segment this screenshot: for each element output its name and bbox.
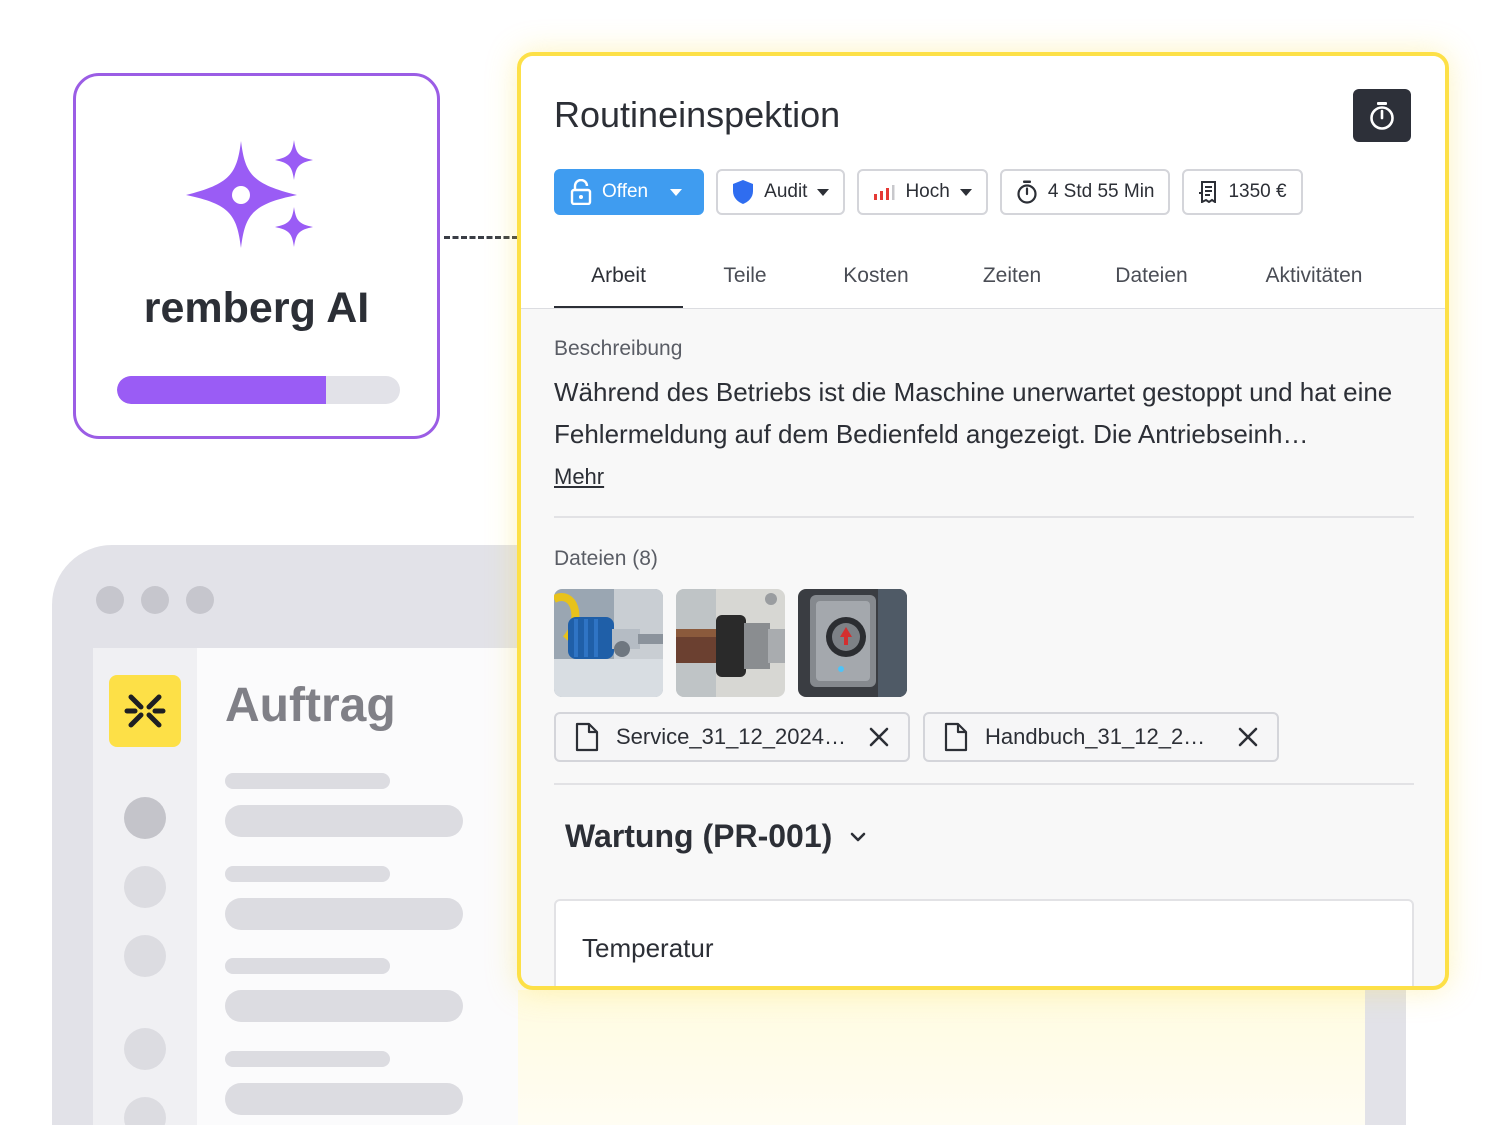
- window-dot: [141, 586, 169, 614]
- attachment-name: Handbuch_31_12_2…: [985, 724, 1206, 749]
- priority-bars-icon: [874, 185, 895, 200]
- placeholder-field: [225, 805, 463, 837]
- ai-product-name: remberg AI: [143, 284, 370, 332]
- chevron-down-icon: [817, 188, 830, 196]
- stopwatch-icon: [1370, 101, 1394, 130]
- priority-label: Hoch: [905, 181, 950, 202]
- file-icon: [575, 722, 599, 752]
- divider: [554, 783, 1414, 785]
- ai-progress-fill: [117, 376, 327, 404]
- highlight-glow: [518, 990, 1365, 1125]
- attachment-chip[interactable]: Handbuch_31_12_2…: [923, 712, 1279, 762]
- connector-line: [444, 236, 518, 239]
- close-icon[interactable]: [1237, 726, 1259, 748]
- placeholder-field: [225, 1083, 463, 1115]
- tab-aktivitaeten[interactable]: Aktivitäten: [1224, 256, 1404, 309]
- background-page-title: Auftrag: [225, 679, 396, 732]
- file-icon: [944, 722, 968, 752]
- control-switch-photo[interactable]: [798, 589, 907, 697]
- tab-divider: [521, 308, 1445, 309]
- ai-card: remberg AI: [73, 73, 440, 439]
- placeholder-line: [225, 773, 390, 789]
- receipt-icon: [1199, 181, 1217, 203]
- duration-chip[interactable]: 4 Std 55 Min: [999, 169, 1171, 215]
- tab-zeiten[interactable]: Zeiten: [945, 256, 1079, 309]
- sidebar-placeholder-icon: [124, 797, 166, 839]
- tab-arbeit[interactable]: Arbeit: [554, 256, 683, 309]
- tab-dateien[interactable]: Dateien: [1079, 256, 1224, 309]
- placeholder-field: [225, 990, 463, 1022]
- page-title: Routineinspektion: [554, 94, 841, 135]
- cost-chip[interactable]: 1350 €: [1182, 169, 1303, 215]
- window-dot: [186, 586, 214, 614]
- close-icon[interactable]: [868, 726, 890, 748]
- divider: [554, 516, 1414, 518]
- remberg-logo-icon: [109, 675, 181, 747]
- file-attachments: Service_31_12_2024… Handbuch_31_12_2…: [554, 712, 1279, 762]
- stopwatch-icon: [1017, 180, 1037, 204]
- sidebar-placeholder-icon: [124, 935, 166, 977]
- tab-kosten[interactable]: Kosten: [807, 256, 945, 309]
- file-thumbnails: [554, 589, 907, 697]
- duration-label: 4 Std 55 Min: [1047, 181, 1155, 202]
- attachment-chip[interactable]: Service_31_12_2024…: [554, 712, 910, 762]
- pipe-coupling-photo[interactable]: [676, 589, 785, 697]
- files-label: Dateien (8): [554, 547, 658, 570]
- shield-icon: [733, 180, 754, 204]
- type-dropdown[interactable]: Audit: [716, 169, 846, 215]
- section-title: Wartung (PR-001): [565, 818, 833, 854]
- status-dropdown[interactable]: Offen: [554, 169, 705, 215]
- panel-header: Routineinspektion Offen Audit Hoch 4 Std…: [521, 56, 1445, 309]
- sparkles-icon: [186, 140, 313, 248]
- status-label: Offen: [602, 181, 649, 202]
- window-dot: [96, 586, 124, 614]
- placeholder-line: [225, 958, 390, 974]
- pump-motor-photo[interactable]: [554, 589, 663, 697]
- ai-progress-bar: [117, 376, 400, 404]
- sidebar-placeholder-icon: [124, 1028, 166, 1070]
- unlock-icon: [570, 179, 592, 205]
- placeholder-line: [225, 866, 390, 882]
- field-label: Temperatur: [582, 933, 714, 963]
- field-card: Temperatur: [554, 899, 1414, 986]
- chevron-down-icon: [959, 188, 972, 196]
- placeholder-field: [225, 898, 463, 930]
- chevron-down-icon: [670, 188, 683, 196]
- chevron-down-icon[interactable]: [850, 831, 866, 843]
- work-order-panel: Routineinspektion Offen Audit Hoch 4 Std…: [517, 52, 1449, 990]
- timer-button[interactable]: [1353, 89, 1411, 142]
- placeholder-line: [225, 1051, 390, 1067]
- section-header[interactable]: Wartung (PR-001): [565, 818, 866, 855]
- more-link[interactable]: Mehr: [554, 464, 604, 490]
- sidebar-placeholder-icon: [124, 866, 166, 908]
- window-controls: [96, 586, 214, 614]
- cost-label: 1350 €: [1228, 181, 1287, 202]
- description-text: Während des Betriebs ist die Maschine un…: [554, 377, 1393, 449]
- attachment-name: Service_31_12_2024…: [616, 724, 846, 749]
- description-label: Beschreibung: [554, 337, 683, 360]
- type-label: Audit: [764, 181, 808, 202]
- tab-teile[interactable]: Teile: [683, 256, 807, 309]
- tab-bar: Arbeit Teile Kosten Zeiten Dateien Aktiv…: [554, 256, 1404, 309]
- priority-dropdown[interactable]: Hoch: [857, 169, 988, 215]
- property-chips: Offen Audit Hoch 4 Std 55 Min 1350 €: [554, 169, 1303, 215]
